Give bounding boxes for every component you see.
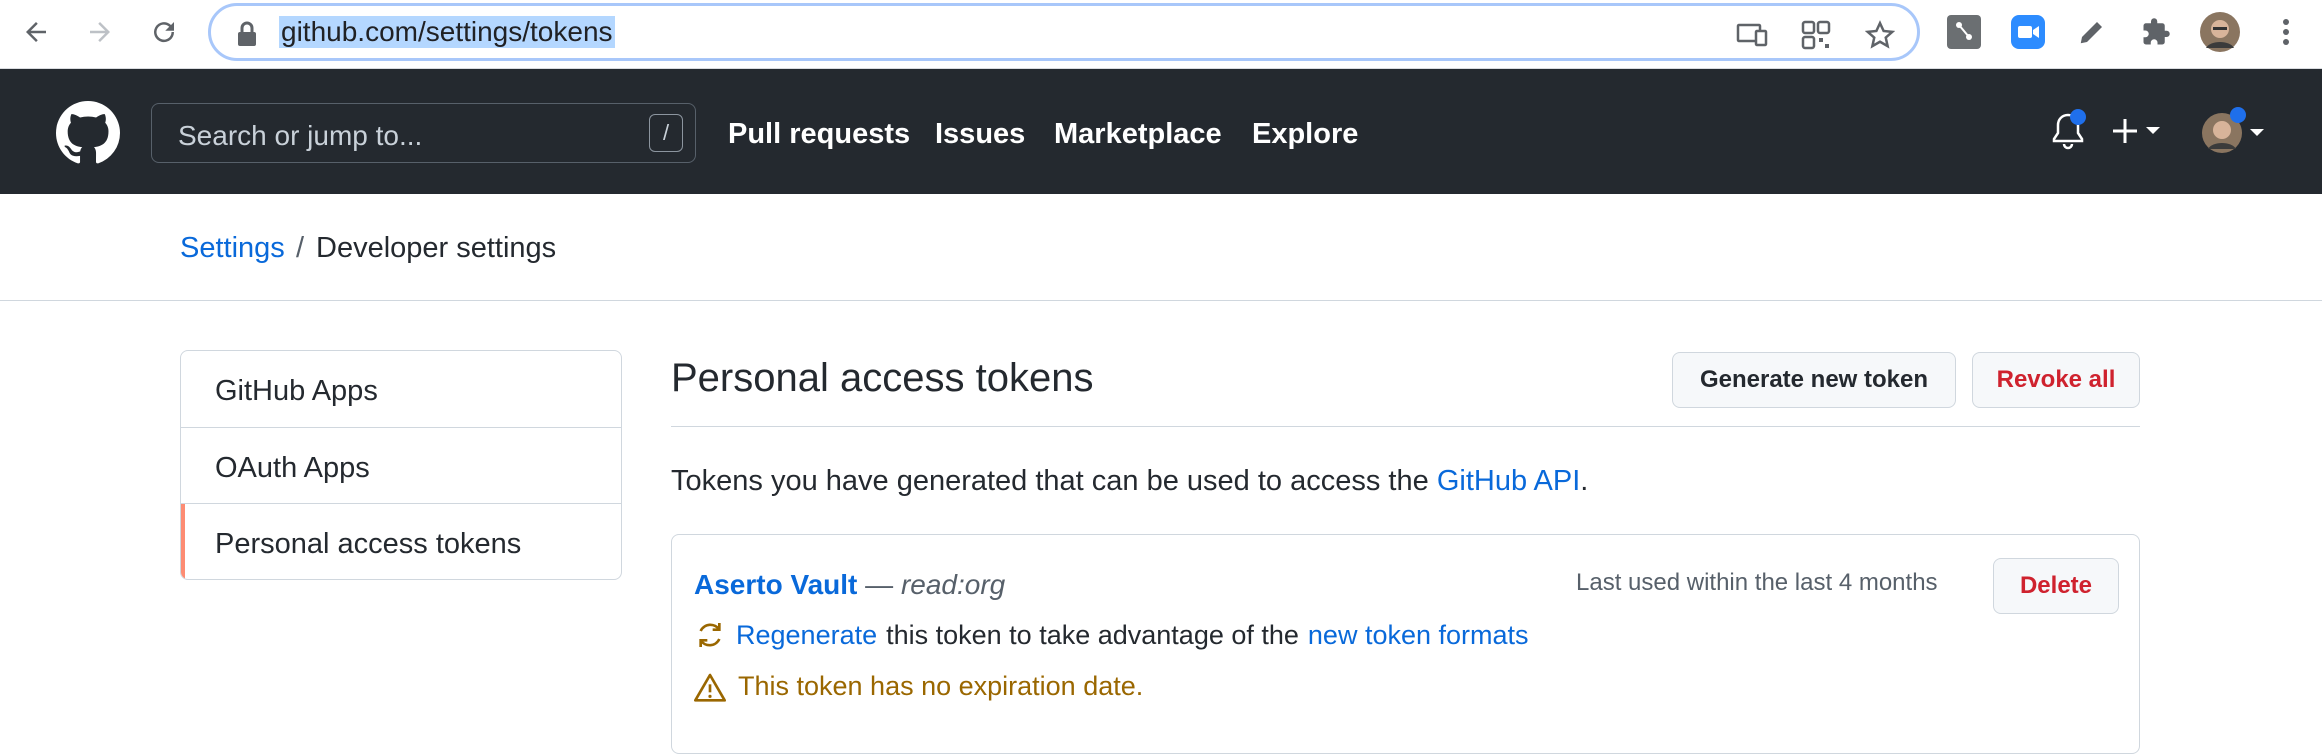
breadcrumb-current: Developer settings xyxy=(316,232,557,264)
nav-marketplace[interactable]: Marketplace xyxy=(1054,118,1222,151)
sidebar-item-label: OAuth Apps xyxy=(215,452,370,484)
last-used-text: Last used within the last 4 months xyxy=(1576,569,1938,596)
github-logo[interactable] xyxy=(56,101,120,170)
qr-icon[interactable] xyxy=(1799,18,1833,52)
plus-icon[interactable] xyxy=(2112,117,2164,150)
sidebar-item-github-apps[interactable]: GitHub Apps xyxy=(181,351,621,427)
avatar[interactable] xyxy=(2200,105,2266,160)
token-title: Aserto Vault — read:org xyxy=(694,569,1005,601)
token-name-link[interactable]: Aserto Vault xyxy=(694,569,857,600)
nav-issues[interactable]: Issues xyxy=(935,118,1025,151)
more-icon[interactable] xyxy=(2266,12,2306,52)
address-bar[interactable]: github.com/settings/tokens xyxy=(208,3,1920,61)
reload-icon[interactable] xyxy=(144,12,184,52)
pen-icon[interactable] xyxy=(2072,12,2112,52)
bell-icon[interactable] xyxy=(2048,109,2088,158)
zoom-icon[interactable] xyxy=(2008,12,2048,52)
new-token-formats-link[interactable]: new token formats xyxy=(1308,620,1529,651)
page-title: Personal access tokens xyxy=(671,356,1094,400)
github-header: Search or jump to... / Pull requests Iss… xyxy=(0,69,2322,194)
divider xyxy=(671,426,2140,427)
expiration-warning: This token has no expiration date. xyxy=(694,671,1143,702)
token-dash: — xyxy=(865,569,894,600)
nav-explore[interactable]: Explore xyxy=(1252,118,1358,151)
token-scope: read:org xyxy=(900,569,1006,600)
revoke-all-button[interactable]: Revoke all xyxy=(1972,352,2140,408)
browser-toolbar: github.com/settings/tokens xyxy=(0,0,2322,69)
intro-description: Tokens you have generated that can be us… xyxy=(671,465,1429,497)
regenerate-text: this token to take advantage of the xyxy=(886,619,1299,650)
lock-icon[interactable] xyxy=(235,20,259,53)
sidebar-item-label: GitHub Apps xyxy=(215,375,378,407)
intro-text: Tokens you have generated that can be us… xyxy=(671,465,1588,498)
sidebar-item-oauth-apps[interactable]: OAuth Apps xyxy=(181,427,621,503)
nav-pull-requests[interactable]: Pull requests xyxy=(728,118,910,151)
regenerate-icon xyxy=(694,619,726,651)
sidebar-item-personal-access-tokens[interactable]: Personal access tokens xyxy=(181,503,621,579)
back-icon[interactable] xyxy=(16,12,56,52)
url-text[interactable]: github.com/settings/tokens xyxy=(279,16,615,48)
regenerate-row: Regenerate this token to take advantage … xyxy=(694,619,1529,651)
profile-avatar[interactable] xyxy=(2200,12,2240,52)
warning-text: This token has no expiration date. xyxy=(738,671,1144,701)
breadcrumb-settings[interactable]: Settings xyxy=(180,232,285,265)
cast-icon[interactable] xyxy=(1735,18,1769,52)
breadcrumb-separator: / xyxy=(296,232,305,264)
intro-period: . xyxy=(1580,465,1589,497)
star-icon[interactable] xyxy=(1863,18,1897,52)
regenerate-link[interactable]: Regenerate xyxy=(736,620,877,651)
puzzle-icon[interactable] xyxy=(2136,12,2176,52)
generate-new-token-button[interactable]: Generate new token xyxy=(1672,352,1956,408)
sidebar-item-label: Personal access tokens xyxy=(215,528,522,560)
delete-button[interactable]: Delete xyxy=(1993,558,2119,614)
search-shortcut-key: / xyxy=(649,114,683,152)
search-placeholder: Search or jump to... xyxy=(178,120,423,151)
search-input[interactable]: Search or jump to... / xyxy=(151,103,696,163)
token-card: Aserto Vault — read:org Last used within… xyxy=(671,534,2140,754)
forward-icon[interactable] xyxy=(80,12,120,52)
sidebar: GitHub Apps OAuth Apps Personal access t… xyxy=(180,350,622,580)
github-api-link[interactable]: GitHub API xyxy=(1437,465,1580,497)
warning-icon xyxy=(694,672,726,702)
breadcrumb: Settings / Developer settings xyxy=(0,194,2322,301)
extension-icon[interactable] xyxy=(1944,12,1984,52)
